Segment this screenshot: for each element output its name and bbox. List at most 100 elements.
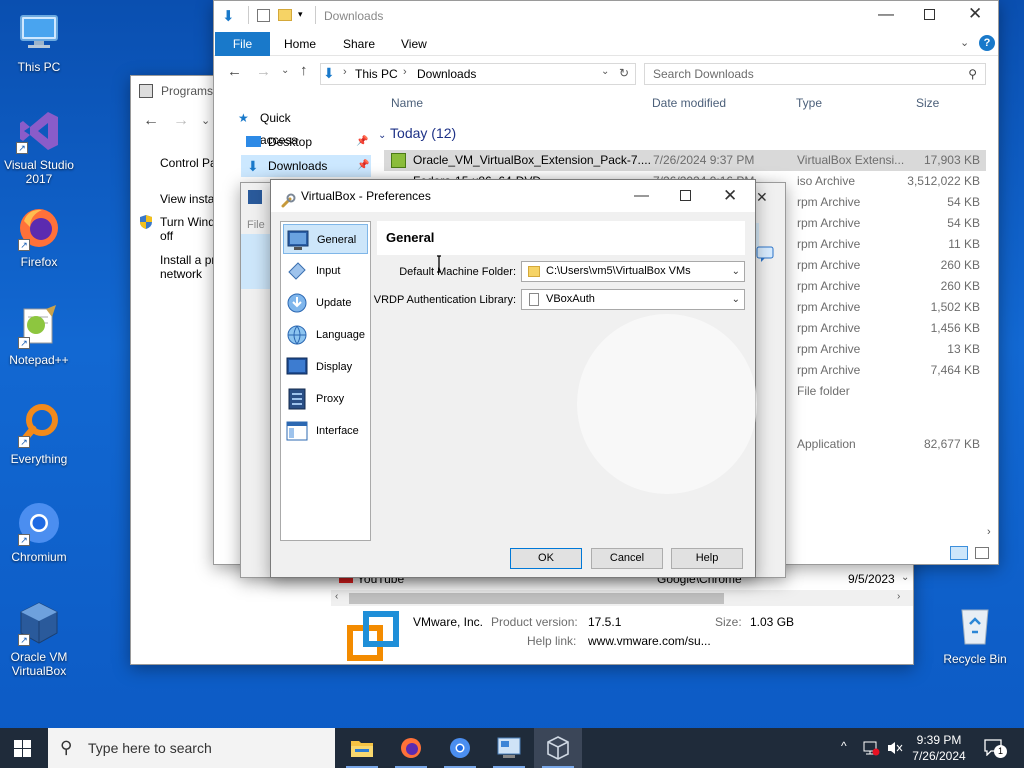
- maximize-button[interactable]: [680, 190, 691, 201]
- preferences-titlebar: VirtualBox - Preferences — ✕: [271, 180, 755, 212]
- file-type: rpm Archive: [797, 363, 861, 377]
- scroll-left-icon[interactable]: ‹: [335, 591, 338, 602]
- group-header-today[interactable]: ⌄ Today (12): [378, 125, 456, 141]
- section-general[interactable]: General: [283, 224, 368, 254]
- pin-icon[interactable]: 📌: [357, 155, 369, 177]
- desktop-icon-this-pc[interactable]: This PC: [4, 10, 74, 74]
- vbox-extension-icon: [391, 153, 406, 168]
- scroll-right-icon[interactable]: ›: [987, 526, 991, 538]
- tools-item[interactable]: [241, 234, 271, 289]
- desktop-icon-firefox[interactable]: ↗ Firefox: [4, 205, 74, 269]
- nav-downloads[interactable]: ⬇ Downloads 📌: [241, 155, 371, 177]
- close-button[interactable]: ✕: [968, 4, 982, 24]
- minimize-button[interactable]: —: [634, 180, 649, 212]
- chevron-down-icon[interactable]: ⌄: [201, 114, 210, 127]
- chevron-down-icon: ⌄: [731, 294, 740, 305]
- minimize-button[interactable]: —: [878, 6, 894, 24]
- ok-button[interactable]: OK: [510, 548, 582, 569]
- properties-check-icon[interactable]: [257, 9, 270, 22]
- back-arrow-icon[interactable]: ←: [227, 63, 242, 80]
- section-input[interactable]: Input: [283, 256, 368, 286]
- quick-access-down-arrow-icon[interactable]: ⬇: [222, 7, 235, 25]
- search-input[interactable]: Search Downloads ⚲: [644, 63, 986, 85]
- address-dropdown-icon[interactable]: ⌄: [601, 66, 609, 77]
- network-icon[interactable]: [862, 740, 880, 759]
- tab-home[interactable]: Home: [284, 32, 316, 56]
- desktop-icon-visual-studio[interactable]: ↗ Visual Studio 2017: [4, 108, 74, 186]
- vrdp-auth-library-combo[interactable]: VBoxAuth ⌄: [521, 289, 745, 310]
- clock[interactable]: 9:39 PM 7/26/2024: [906, 732, 972, 764]
- control-panel-home-link[interactable]: Control Pa: [160, 156, 217, 170]
- scroll-down-icon[interactable]: ⌄: [901, 572, 909, 583]
- windows-start-icon[interactable]: [14, 740, 31, 760]
- tab-view[interactable]: View: [401, 32, 427, 56]
- show-hidden-icons-chevron-icon[interactable]: ^: [841, 739, 847, 753]
- expand-ribbon-icon[interactable]: ⌄: [960, 36, 969, 49]
- desktop-icon-chromium[interactable]: ↗ Chromium: [4, 500, 74, 564]
- desktop-icon-recycle-bin[interactable]: Recycle Bin: [940, 602, 1010, 666]
- program-details-pane: VMware, Inc. Product version: 17.5.1 Siz…: [331, 606, 913, 664]
- pin-icon[interactable]: 📌: [356, 131, 368, 153]
- address-bar[interactable]: ⬇ › This PC › Downloads ⌄ ↻: [320, 63, 636, 85]
- section-language[interactable]: Language: [283, 320, 368, 350]
- recent-locations-icon[interactable]: ⌄: [281, 65, 289, 76]
- refresh-icon[interactable]: ↻: [619, 66, 629, 80]
- customize-toolbar-icon[interactable]: ▾: [298, 9, 303, 20]
- column-size[interactable]: Size: [916, 96, 939, 110]
- view-installed-updates-link[interactable]: View instal: [160, 192, 217, 206]
- help-link[interactable]: www.vmware.com/su...: [588, 634, 711, 648]
- file-row[interactable]: Oracle_VM_VirtualBox_Extension_Pack-7...…: [384, 150, 986, 171]
- taskbar-chromium[interactable]: [436, 728, 484, 768]
- back-arrow-icon[interactable]: ←: [143, 112, 159, 130]
- close-button[interactable]: ✕: [756, 189, 768, 206]
- desktop-icon-everything[interactable]: ↗ Everything: [4, 402, 74, 466]
- taskbar-control-panel[interactable]: [485, 728, 533, 768]
- scroll-right-icon[interactable]: ›: [897, 591, 900, 602]
- taskbar-file-explorer[interactable]: [338, 728, 386, 768]
- interface-window-icon: [286, 420, 308, 442]
- tab-share[interactable]: Share: [343, 32, 375, 56]
- breadcrumb-downloads[interactable]: Downloads: [417, 67, 476, 81]
- default-machine-folder-combo[interactable]: C:\Users\vm5\VirtualBox VMs ⌄: [521, 261, 745, 282]
- maximize-button[interactable]: [924, 9, 935, 20]
- notifications-icon[interactable]: 1: [984, 739, 1007, 759]
- desktop-icon-notepadpp[interactable]: ↗ Notepad++: [4, 303, 74, 367]
- new-folder-icon[interactable]: [278, 9, 292, 21]
- section-interface[interactable]: Interface: [283, 416, 368, 446]
- horizontal-scrollbar[interactable]: ‹ ›: [331, 590, 913, 607]
- desktop-icon-virtualbox[interactable]: ↗ Oracle VM VirtualBox: [4, 600, 74, 678]
- large-icons-view-icon[interactable]: [975, 547, 989, 559]
- help-icon[interactable]: ?: [979, 35, 995, 51]
- taskbar-search-input[interactable]: ⚲ Type here to search: [48, 728, 335, 768]
- help-balloon-icon[interactable]: [755, 245, 775, 266]
- section-display[interactable]: Display: [283, 352, 368, 382]
- taskbar-firefox[interactable]: [387, 728, 435, 768]
- proxy-server-icon: [286, 388, 308, 410]
- section-label: Display: [316, 361, 353, 373]
- forward-arrow-icon[interactable]: →: [173, 112, 189, 130]
- notepadpp-icon: ↗: [16, 303, 62, 349]
- size-label: Size:: [715, 615, 742, 629]
- menu-file[interactable]: File: [247, 219, 265, 231]
- scrollbar-thumb[interactable]: [349, 593, 724, 604]
- explorer-titlebar: ⬇ ▾ Downloads — ✕: [214, 1, 998, 32]
- details-view-icon[interactable]: [950, 546, 968, 560]
- section-update[interactable]: Update: [283, 288, 368, 318]
- breadcrumb-this-pc[interactable]: This PC: [355, 67, 398, 81]
- close-button[interactable]: ✕: [723, 180, 737, 212]
- column-name[interactable]: Name: [391, 96, 423, 110]
- install-network-program-link[interactable]: Install a pr network: [160, 253, 220, 281]
- help-button[interactable]: Help: [671, 548, 743, 569]
- turn-windows-features-link[interactable]: Turn Wind off: [160, 215, 220, 243]
- forward-arrow-icon[interactable]: →: [256, 63, 271, 80]
- file-size: 17,903 KB: [923, 153, 980, 167]
- volume-muted-icon[interactable]: [886, 740, 904, 759]
- taskbar-virtualbox[interactable]: [534, 728, 582, 768]
- section-proxy[interactable]: Proxy: [283, 384, 368, 414]
- tab-file[interactable]: File: [215, 32, 270, 56]
- column-type[interactable]: Type: [796, 96, 822, 110]
- up-arrow-icon[interactable]: ↑: [300, 62, 308, 79]
- nav-desktop[interactable]: Desktop 📌: [240, 131, 370, 153]
- cancel-button[interactable]: Cancel: [591, 548, 663, 569]
- column-date-modified[interactable]: Date modified: [652, 96, 726, 110]
